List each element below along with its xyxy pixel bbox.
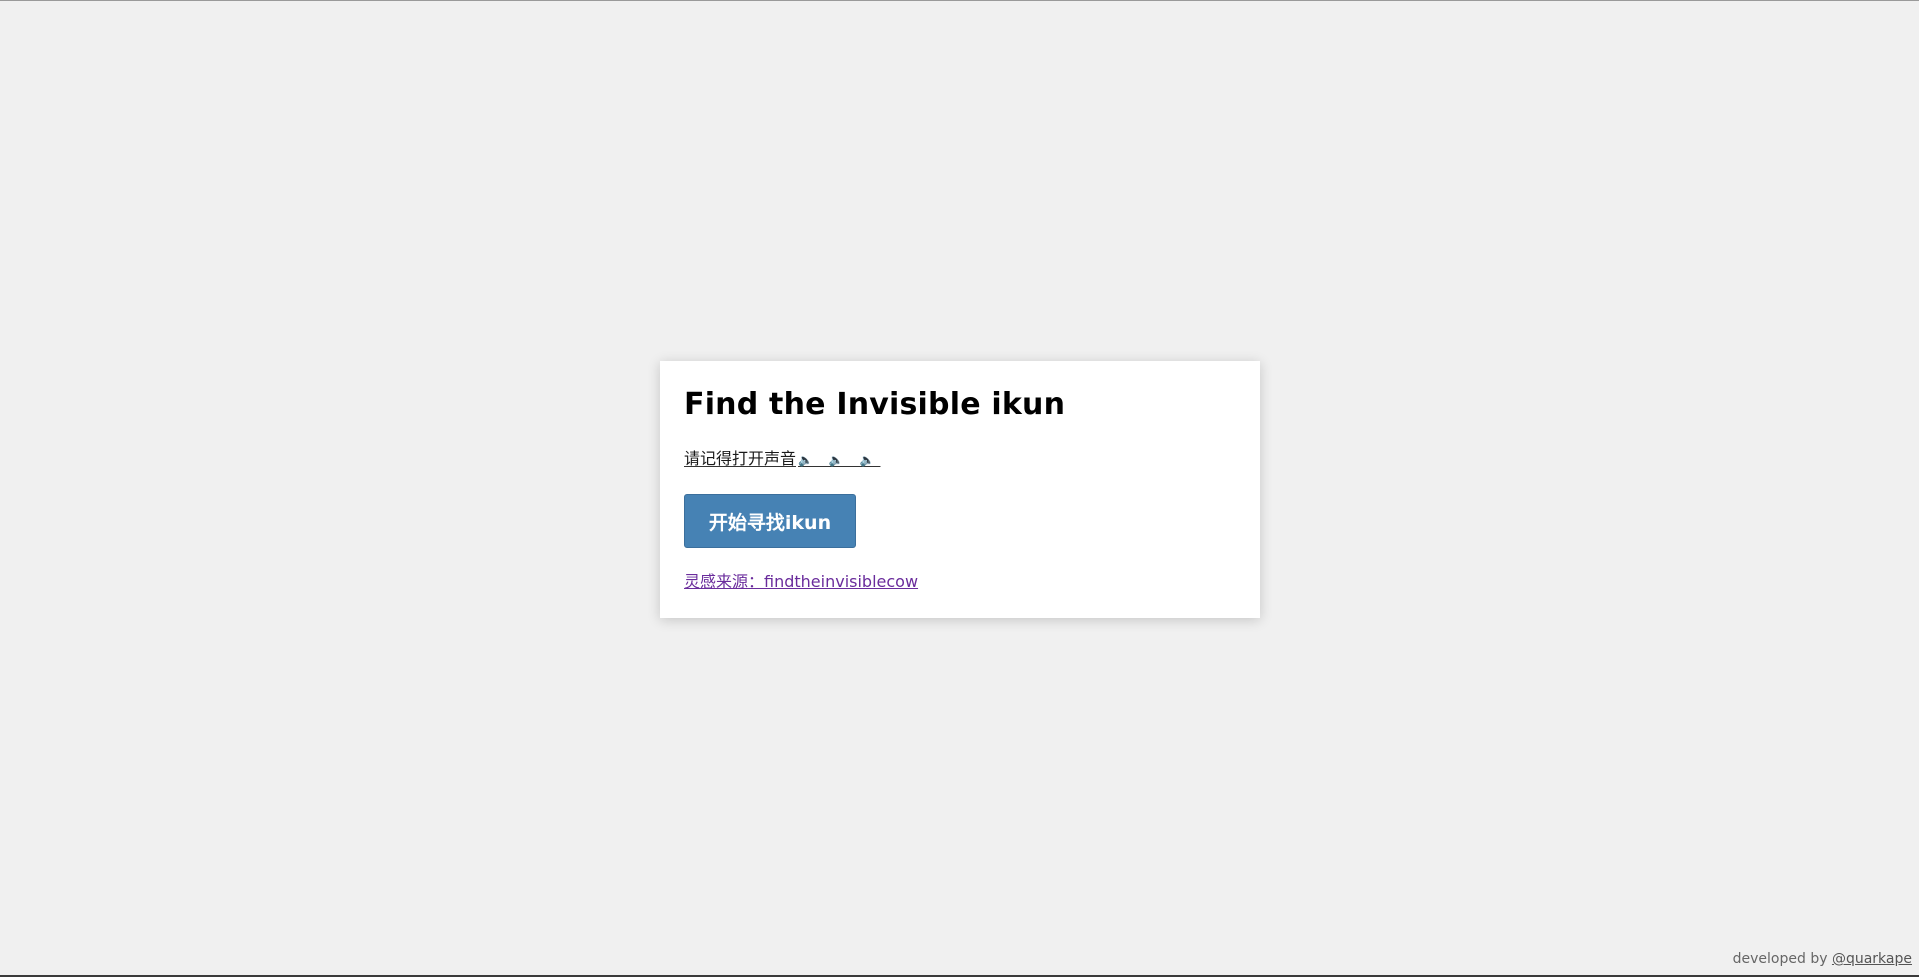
page-title: Find the Invisible ikun: [684, 387, 1066, 422]
author-link[interactable]: @quarkape: [1832, 951, 1912, 967]
footer-credit: developed by @quarkape: [1733, 950, 1912, 968]
sound-hint-text: 请记得打开声音: [684, 449, 797, 468]
start-button[interactable]: 开始寻找ikun: [684, 494, 856, 548]
inspiration-link[interactable]: 灵感来源：findtheinvisiblecow: [684, 572, 918, 592]
speaker-icon: 🔈 🔈 🔈: [798, 453, 881, 467]
footer-prefix: developed by: [1732, 951, 1828, 967]
sound-hint: 请记得打开声音 🔈 🔈 🔈: [684, 449, 880, 470]
start-card: Find the Invisible ikun 请记得打开声音 🔈 🔈 🔈 开始寻…: [660, 361, 1260, 618]
